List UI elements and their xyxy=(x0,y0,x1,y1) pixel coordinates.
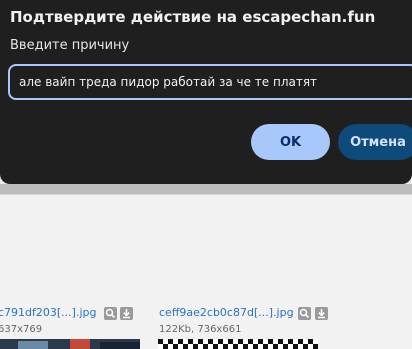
magnifier-icon xyxy=(299,308,310,319)
ok-button[interactable]: OK xyxy=(251,124,330,160)
thumbnail-1-filename-link[interactable]: c791df203[...].jpg xyxy=(0,306,96,319)
thumbnail-1-image[interactable] xyxy=(0,339,140,349)
page-header-band xyxy=(0,184,412,194)
magnifier-icon xyxy=(105,308,116,319)
thumbnail-2-search-button[interactable] xyxy=(298,307,311,320)
dialog-title: Подтвердите действие на escapechan.fun xyxy=(10,8,376,26)
download-icon xyxy=(123,309,130,319)
thumbnail-2-download-button[interactable] xyxy=(315,307,328,320)
thumbnail-1-download-button[interactable] xyxy=(120,307,133,320)
thumbnail-2-filename-link[interactable]: ceff9ae2cb0c87d[...].jpg xyxy=(159,306,294,319)
thumbnail-2-meta: 122Kb, 736x661 xyxy=(159,324,242,335)
confirm-dialog: Подтвердите действие на escapechan.fun В… xyxy=(0,0,412,184)
reason-label: Введите причину xyxy=(10,38,130,53)
cancel-button[interactable]: Отмена xyxy=(338,124,412,160)
download-icon xyxy=(318,309,325,319)
thumbnail-2-image[interactable] xyxy=(158,339,318,349)
thumbnail-1-search-button[interactable] xyxy=(104,307,117,320)
reason-input[interactable] xyxy=(8,64,412,100)
thumbnail-1-meta: 637x769 xyxy=(0,324,43,335)
